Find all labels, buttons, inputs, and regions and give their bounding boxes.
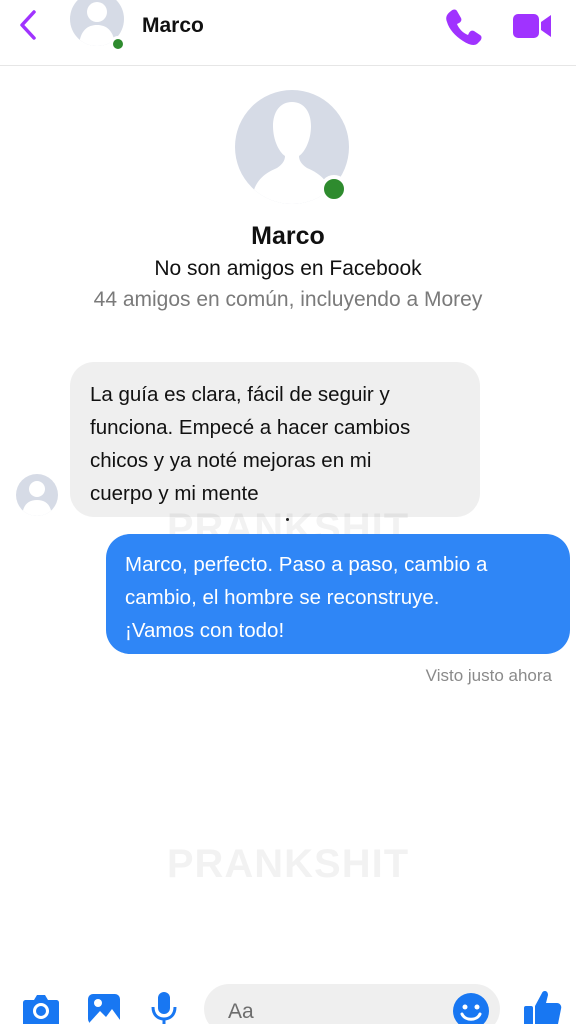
voice-call-button[interactable] <box>442 6 484 46</box>
message-line: chicos y ya noté mejoras en mi <box>90 449 372 472</box>
outgoing-message-bubble[interactable]: Marco, perfecto. Paso a paso, cambio a c… <box>106 534 570 654</box>
video-camera-icon <box>513 14 551 38</box>
camera-button[interactable] <box>22 992 60 1024</box>
camera-icon <box>23 995 59 1024</box>
message-composer <box>0 984 576 1024</box>
incoming-message-bubble[interactable]: La guía es clara, fácil de seguir y func… <box>70 362 480 517</box>
friendship-status: No son amigos en Facebook <box>154 257 422 280</box>
message-line: La guía es clara, fácil de seguir y <box>90 383 390 406</box>
messenger-chat-screen: Marco Marco No son amigos en Facebook 44… <box>0 0 576 1024</box>
message-line: funciona. Empecé a hacer cambios <box>90 416 411 439</box>
seen-status: Visto justo ahora <box>425 666 552 685</box>
mutual-friends: 44 amigos en común, incluyendo a Morey <box>93 288 483 311</box>
stray-dot <box>286 518 289 521</box>
emoji-button[interactable] <box>452 992 490 1024</box>
online-status-dot <box>110 36 126 52</box>
gallery-button[interactable] <box>86 990 122 1024</box>
profile-name: Marco <box>251 222 325 250</box>
message-line: cambio, el hombre se reconstruye. <box>125 586 440 609</box>
chevron-left-icon <box>20 10 36 40</box>
back-button[interactable] <box>12 6 46 44</box>
video-call-button[interactable] <box>510 8 554 44</box>
like-button[interactable] <box>522 988 562 1024</box>
chat-header: Marco <box>0 0 576 66</box>
emoji-icon <box>453 993 489 1024</box>
message-line: Marco, perfecto. Paso a paso, cambio a <box>125 553 488 576</box>
phone-icon <box>446 9 482 45</box>
image-icon <box>88 994 120 1024</box>
microphone-button[interactable] <box>148 990 180 1024</box>
header-contact-name[interactable]: Marco <box>142 14 204 38</box>
online-status-dot <box>320 175 348 203</box>
watermark: PRANKSHIT <box>166 842 410 886</box>
message-input[interactable] <box>228 998 438 1024</box>
message-line: ¡Vamos con todo! <box>125 619 285 642</box>
microphone-icon <box>151 992 177 1024</box>
thumbs-up-icon <box>524 990 562 1024</box>
